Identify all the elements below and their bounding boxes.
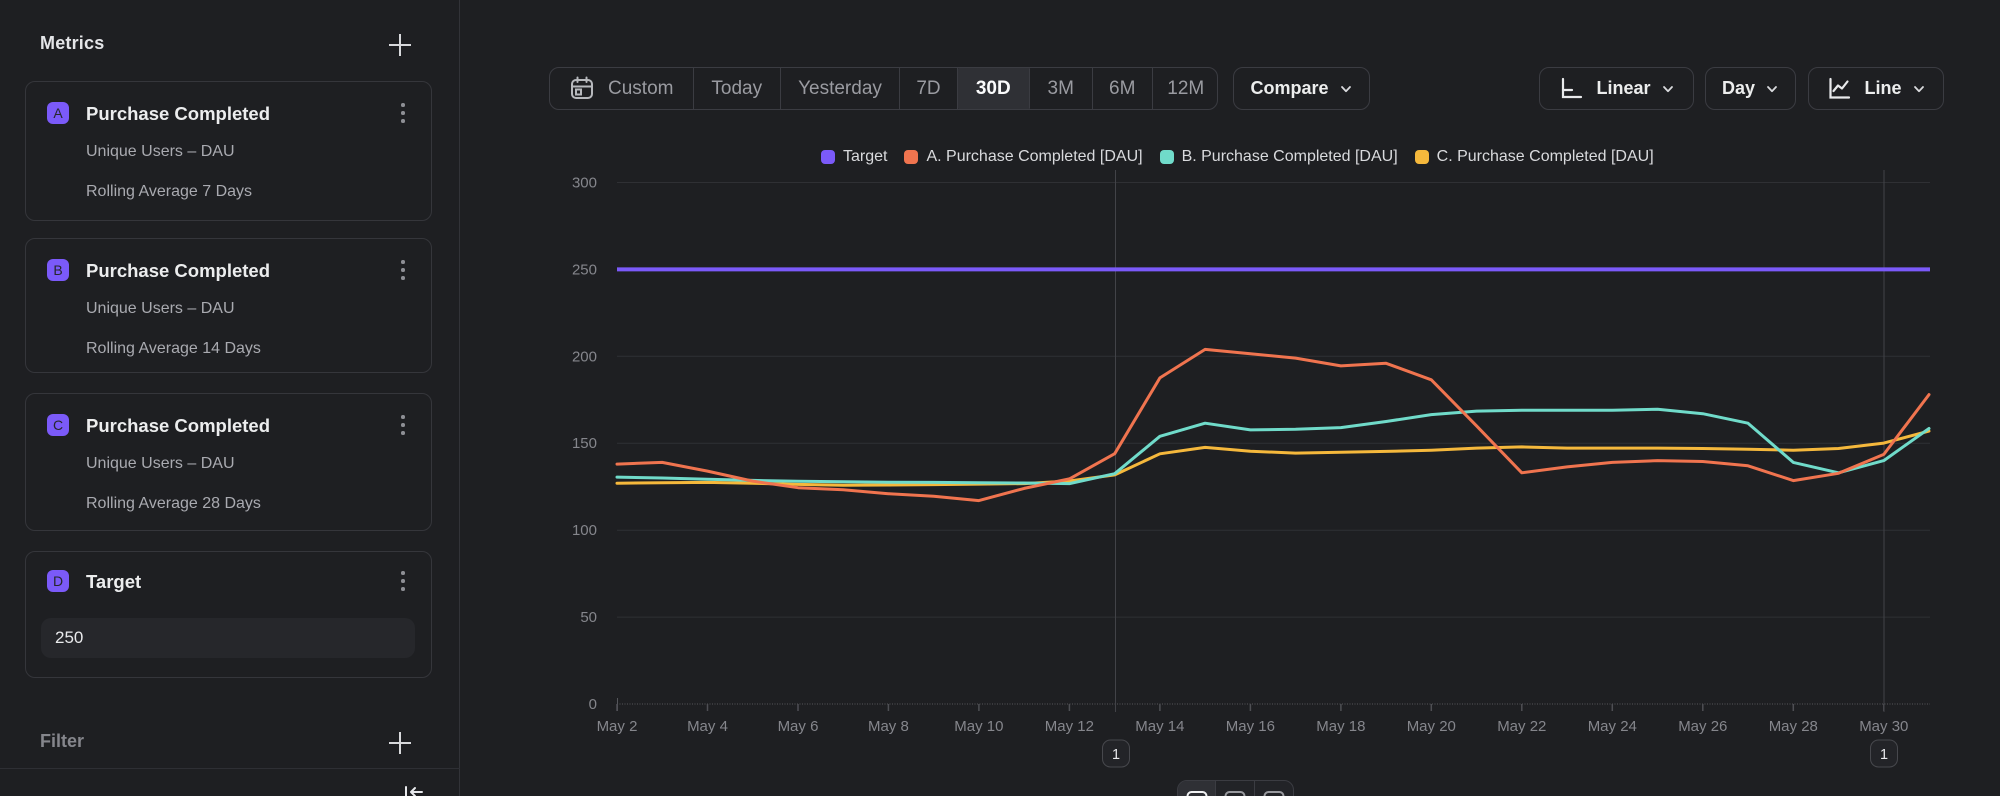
- svg-text:0: 0: [589, 696, 597, 713]
- svg-text:150: 150: [572, 435, 597, 452]
- svg-text:May 24: May 24: [1588, 718, 1637, 735]
- svg-text:1: 1: [1112, 747, 1120, 763]
- svg-text:May 4: May 4: [687, 718, 728, 735]
- svg-text:100: 100: [572, 522, 597, 539]
- svg-text:May 16: May 16: [1226, 718, 1275, 735]
- svg-text:May 30: May 30: [1859, 718, 1908, 735]
- svg-text:300: 300: [572, 175, 597, 192]
- svg-text:May 12: May 12: [1045, 718, 1094, 735]
- svg-text:May 28: May 28: [1769, 718, 1818, 735]
- svg-text:1: 1: [1880, 747, 1888, 763]
- svg-text:May 2: May 2: [597, 718, 638, 735]
- svg-text:May 26: May 26: [1678, 718, 1727, 735]
- svg-text:50: 50: [580, 609, 597, 626]
- svg-text:May 10: May 10: [954, 718, 1003, 735]
- svg-text:May 18: May 18: [1316, 718, 1365, 735]
- svg-text:250: 250: [572, 261, 597, 278]
- svg-text:May 22: May 22: [1497, 718, 1546, 735]
- svg-text:May 6: May 6: [778, 718, 819, 735]
- svg-text:May 20: May 20: [1407, 718, 1456, 735]
- svg-text:May 8: May 8: [868, 718, 909, 735]
- svg-text:May 14: May 14: [1135, 718, 1184, 735]
- svg-text:200: 200: [572, 348, 597, 365]
